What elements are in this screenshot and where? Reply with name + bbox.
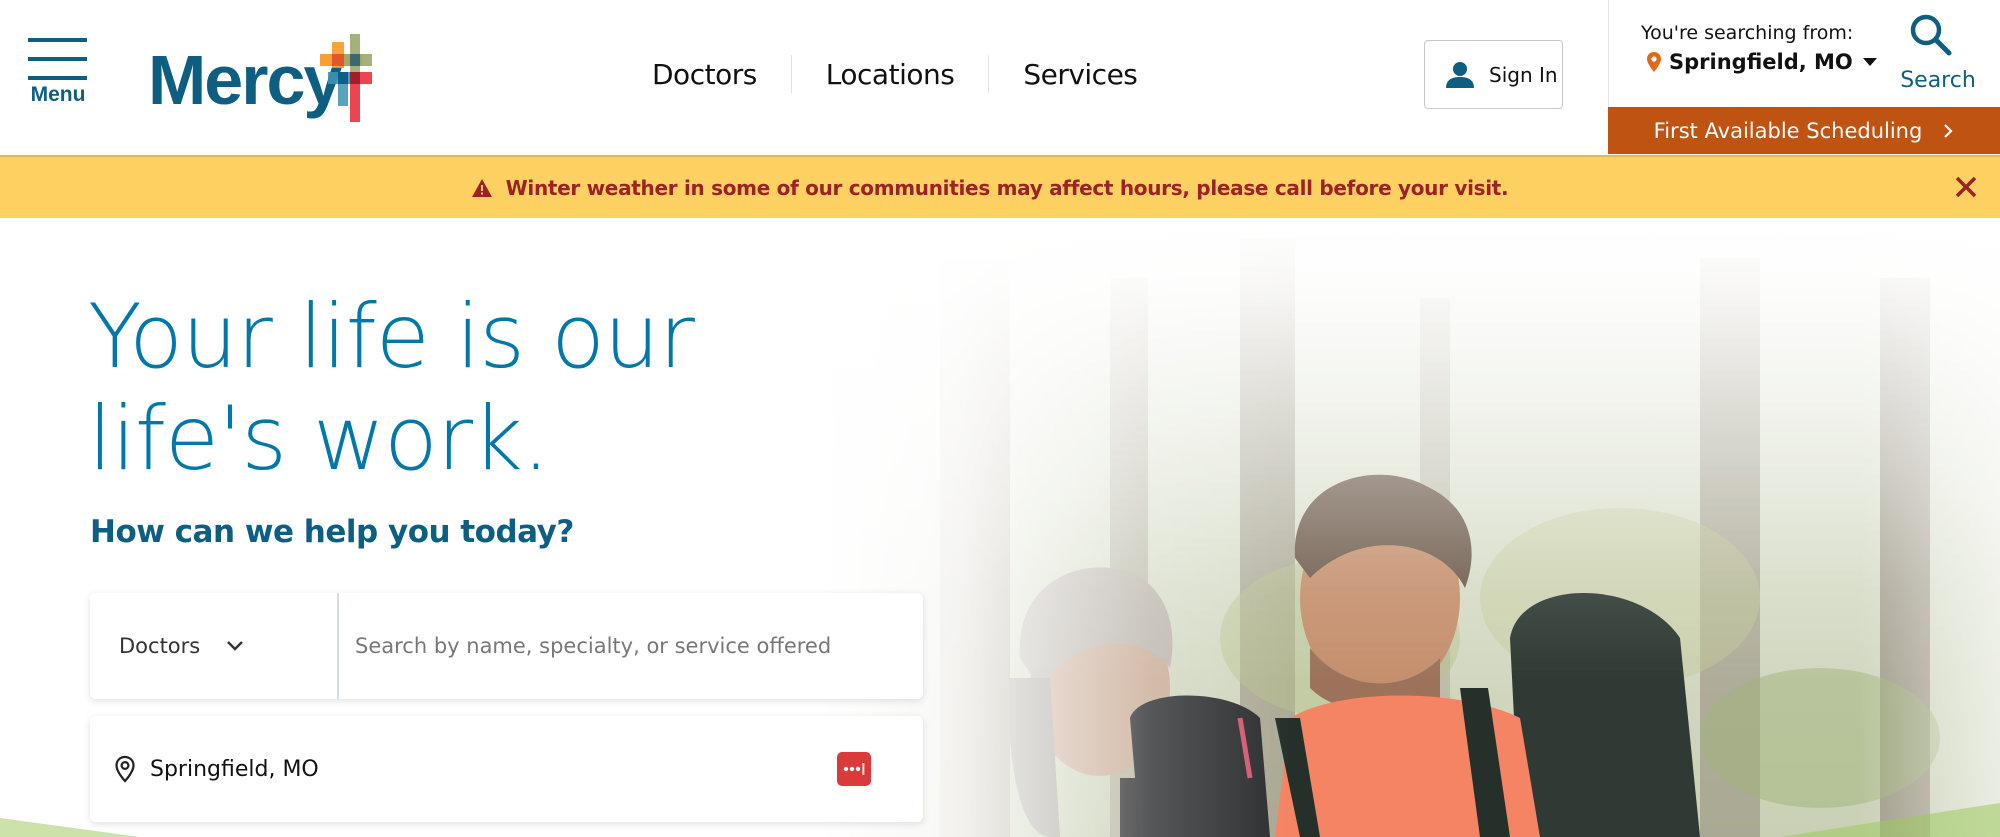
headline-line-1: Your life is our bbox=[88, 285, 695, 388]
chevron-right-icon bbox=[1944, 123, 1953, 138]
alert-close-button[interactable] bbox=[1952, 173, 1980, 201]
sign-in-button[interactable]: Sign In bbox=[1424, 40, 1563, 109]
search-button[interactable]: Search bbox=[1888, 10, 1988, 100]
first-available-scheduling-button[interactable]: First Available Scheduling bbox=[1608, 107, 2000, 154]
hero-headline: Your life is our life's work. bbox=[88, 285, 695, 490]
user-icon bbox=[1446, 61, 1474, 88]
location-field bbox=[90, 716, 923, 822]
password-manager-icon[interactable] bbox=[837, 752, 871, 786]
primary-nav: Doctors Locations Services bbox=[640, 52, 1171, 96]
close-icon bbox=[1955, 176, 1977, 198]
nav-locations[interactable]: Locations bbox=[792, 58, 989, 91]
sign-in-label: Sign In bbox=[1489, 62, 1558, 87]
cross-icon bbox=[320, 34, 372, 122]
search-form: Doctors bbox=[90, 593, 923, 699]
logo-wordmark: Mercy bbox=[148, 41, 342, 119]
search-type-select[interactable]: Doctors bbox=[90, 593, 339, 699]
mercy-logo[interactable]: Mercy bbox=[148, 30, 378, 125]
menu-label: Menu bbox=[30, 83, 86, 106]
chevron-down-icon bbox=[227, 641, 244, 651]
hero-photo-fade bbox=[820, 218, 2000, 837]
location-value: Springfield, MO bbox=[1669, 50, 1853, 74]
hamburger-icon-bar bbox=[28, 57, 87, 61]
hero-subheading: How can we help you today? bbox=[90, 514, 574, 550]
nav-doctors[interactable]: Doctors bbox=[640, 58, 791, 91]
hamburger-icon-bar bbox=[28, 76, 87, 80]
search-label: Search bbox=[1900, 68, 1976, 93]
map-pin-icon bbox=[1647, 52, 1661, 72]
headline-line-2: life's work. bbox=[88, 387, 550, 490]
location-selector[interactable]: Springfield, MO bbox=[1647, 50, 1877, 74]
hamburger-icon bbox=[28, 38, 87, 42]
location-input[interactable] bbox=[150, 739, 837, 799]
caret-down-icon bbox=[1862, 58, 1877, 66]
site-header: Menu Mercy Doctors Locations Services Si… bbox=[0, 0, 2000, 155]
menu-button[interactable]: Menu bbox=[26, 36, 90, 110]
location-prompt: You're searching from: bbox=[1641, 22, 1854, 44]
dots-cursor-icon bbox=[843, 763, 865, 775]
hero-section: Your life is our life's work. How can we… bbox=[0, 218, 2000, 837]
first-available-label: First Available Scheduling bbox=[1653, 118, 1923, 143]
search-query-input[interactable] bbox=[339, 593, 923, 699]
weather-alert-banner: Winter weather in some of our communitie… bbox=[0, 155, 2000, 218]
search-type-value: Doctors bbox=[119, 634, 201, 658]
nav-services[interactable]: Services bbox=[989, 58, 1171, 91]
alert-message: Winter weather in some of our communitie… bbox=[505, 175, 1509, 200]
warning-triangle-icon bbox=[471, 178, 492, 197]
map-pin-outline-icon bbox=[115, 755, 135, 783]
search-icon bbox=[1910, 14, 1952, 56]
